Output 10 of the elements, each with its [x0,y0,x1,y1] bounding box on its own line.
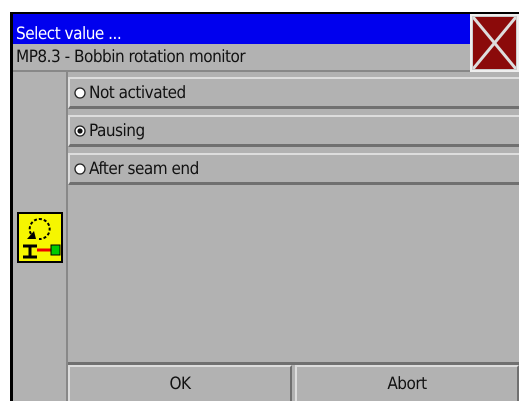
close-button[interactable] [470,14,519,72]
bobbin-rotation-icon [16,212,62,263]
dialog-title: Select value ... [13,14,470,44]
close-icon [473,17,516,69]
option-button[interactable]: Not activated [68,77,519,109]
dialog-button[interactable]: OK [68,365,292,401]
dialog-button[interactable]: Abort [295,365,519,401]
option-button[interactable]: After seam end [68,153,519,185]
option-button[interactable]: Pausing [68,115,519,147]
parameter-label: MP8.3 - Bobbin rotation monitor [13,44,470,72]
